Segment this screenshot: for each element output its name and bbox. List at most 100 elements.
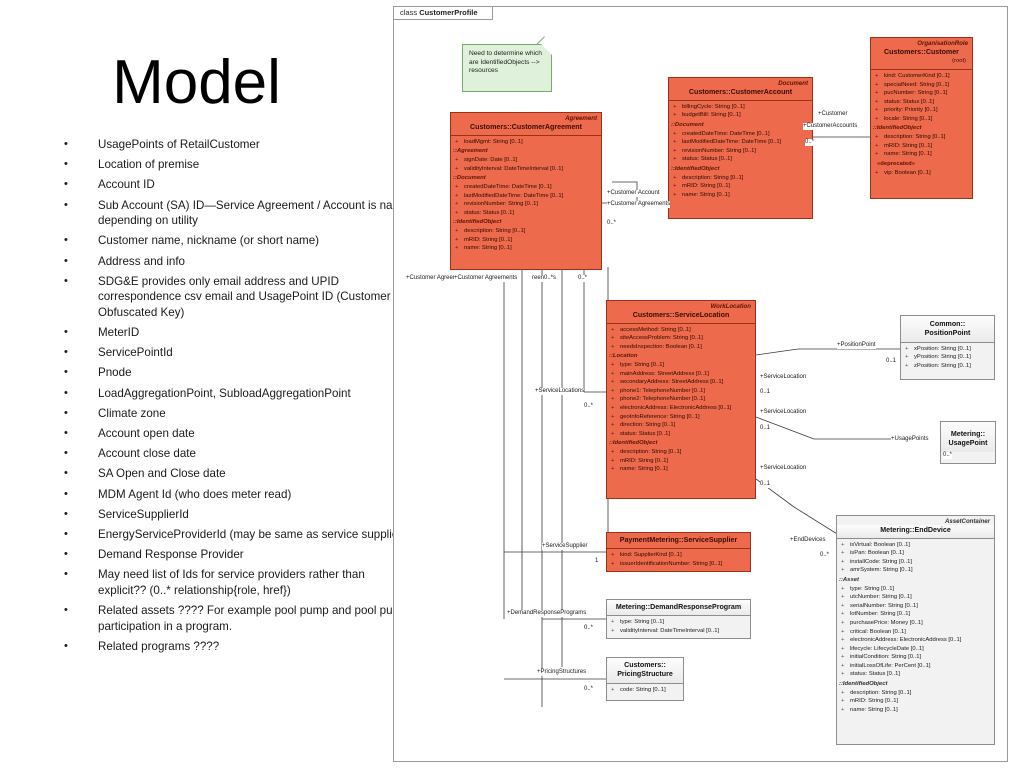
bullet-dot-icon: • [64,178,68,191]
inherited-group-label: ::IdentifiedObject [671,165,720,172]
attribute-text: serialNumber: String [0..1] [850,602,918,609]
attribute-row: + createdDateTime: DateTime [0..1] [669,130,812,139]
attribute-text: name: String [0..1] [884,151,932,158]
attribute-text: status: Status [0..1] [620,430,671,437]
attribute-row: + budgetBill: String [0..1] [669,111,812,120]
attribute-row: + direction: String [0..1] [607,421,755,430]
class-box-service-supplier[interactable]: PaymentMetering::ServiceSupplier + kind: … [606,532,751,572]
attribute-row: + initialCondition: String [0..1] [837,653,994,662]
class-box-position-point[interactable]: Common:: PositionPoint + xPosition: Strin… [900,315,995,380]
attribute-row: + kind: SupplierKind [0..1] [607,551,750,560]
class-name: Customers::CustomerAccount [669,87,812,101]
visibility-public-icon: + [841,541,845,548]
visibility-public-icon: + [841,567,845,574]
class-name-line2: PricingStructure [617,670,673,679]
list-item: • ServicePointId [60,345,410,361]
list-item-text: SDG&E provides only email address and UP… [98,274,391,319]
list-item-text: MeterID [98,326,140,340]
attribute-text: lastModifiedDateTime: DateTime [0..1] [682,139,782,146]
attribute-text: status: Status [0..1] [464,209,515,216]
class-box-customer-agreement[interactable]: Agreement Customers::CustomerAgreement +… [450,112,602,270]
attribute-row: + electronicAddress: ElectronicAddress [0… [607,404,755,413]
visibility-public-icon: + [905,354,909,361]
attribute-row: + lotNumber: String [0..1] [837,610,994,619]
attribute-row: + lastModifiedDateTime: DateTime [0..1] [451,192,601,201]
class-box-demand-response-program[interactable]: Metering::DemandResponseProgram + type: S… [606,599,751,639]
visibility-public-icon: + [875,169,879,176]
attribute-text: geoInfoReference: String [0..1] [620,413,700,420]
attribute-text: description: String [0..1] [620,448,682,455]
list-item: • May need list of Ids for service provid… [60,567,410,598]
attribute-text: lifecycle: LifecycleDate [0..1] [850,645,924,652]
connector-label-customer-accounts-mult: 0..* [805,139,815,146]
class-name: Customers::CustomerAgreement [451,122,601,136]
uml-class-diagram: class CustomerProfile Need to determine … [393,6,1008,762]
attribute-row: + vip: Boolean [0..1] [871,169,972,178]
connector-label-mult-d: 0..* [578,275,588,282]
attribute-text: type: String [0..1] [620,619,665,626]
bullet-dot-icon: • [64,406,68,419]
visibility-public-icon: + [611,413,615,420]
visibility-public-icon: + [611,379,615,386]
connector-label-position-point-role: +PositionPoint [837,342,876,349]
visibility-public-icon: + [875,98,879,105]
visibility-public-icon: + [611,560,615,567]
attribute-row: + isPan: Boolean [0..1] [837,549,994,558]
attribute-row: + description: String [0..1] [837,689,994,698]
attribute-text: accessMethod: String [0..1] [620,326,691,333]
visibility-public-icon: + [905,362,909,369]
list-item-text: ServicePointId [98,346,173,360]
connector-label-customer-role: +Customer [818,111,848,118]
connector-label-end-devices-role: +EndDevices [790,537,826,544]
connector-label-service-location-2: +ServiceLocation [760,409,807,416]
visibility-public-icon: + [455,138,459,145]
visibility-public-icon: + [841,654,845,661]
visibility-public-icon: + [611,335,615,342]
attribute-row: + validityInterval: DateTimeInterval [0..… [607,627,750,636]
visibility-public-icon: + [841,558,845,565]
attribute-text: initialCondition: String [0..1] [850,654,922,661]
connector-label-customer-agreem-a: +Customer Agreem [406,275,458,282]
visibility-public-icon: + [611,343,615,350]
inherited-group-label: ::Location [609,353,638,360]
attribute-text: isVirtual: Boolean [0..1] [850,541,910,548]
attribute-text: kind: SupplierKind [0..1] [620,552,682,559]
attribute-row: + status: Status [0..1] [669,155,812,164]
attribute-row: + type: String [0..1] [607,361,755,370]
class-attributes: + kind: CustomerKind [0..1] + specialNeed:… [871,70,972,180]
visibility-public-icon: + [875,107,879,114]
class-box-customer[interactable]: OrganisationRole Customers::Customer (ro… [870,37,973,199]
attribute-text: siteAccessProblem: String [0..1] [620,335,703,342]
attribute-row: + needsInspection: Boolean [0..1] [607,343,755,352]
class-box-end-device[interactable]: AssetContainer Metering::EndDevice + isVi… [836,515,995,745]
attribute-text: vip: Boolean [0..1] [884,169,931,176]
class-box-customer-account[interactable]: Document Customers::CustomerAccount + bil… [668,77,813,219]
connector-label-service-supplier-role: +ServiceSupplier [542,543,588,550]
list-item-text: Sub Account (SA) ID—Service Agreement / … [98,198,409,228]
bullet-dot-icon: • [64,366,68,379]
class-name: Metering::DemandResponseProgram [607,600,750,617]
visibility-public-icon: + [673,191,677,198]
list-item-text: SA Open and Close date [98,467,226,481]
attribute-row: + mRID: String [0..1] [669,182,812,191]
attribute-text: description: String [0..1] [464,228,526,235]
visibility-public-icon: + [673,174,677,181]
class-attributes: + xPosition: String [0..1] + yPosition: St… [901,343,994,374]
attribute-row: + name: String [0..1] [837,706,994,715]
attribute-row: + siteAccessProblem: String [0..1] [607,334,755,343]
deprecated-stereotype: «deprecated» [877,160,915,167]
attribute-row: + status: Status [0..1] [607,430,755,439]
class-box-pricing-structure[interactable]: Customers:: PricingStructure + code: Stri… [606,657,684,701]
visibility-public-icon: + [455,228,459,235]
visibility-public-icon: + [841,594,845,601]
visibility-public-icon: + [673,156,677,163]
class-attributes: + isVirtual: Boolean [0..1] + isPan: Boole… [837,539,994,717]
connector-label-service-location-1: +ServiceLocation [760,374,807,381]
visibility-public-icon: + [841,602,845,609]
visibility-public-icon: + [611,619,615,626]
visibility-public-icon: + [905,345,909,352]
attribute-text: name: String [0..1] [682,191,730,198]
attribute-row: + mRID: String [0..1] [837,697,994,706]
class-box-service-location[interactable]: WorkLocation Customers::ServiceLocation … [606,300,756,499]
attribute-text: amrSystem: String [0..1] [850,567,913,574]
